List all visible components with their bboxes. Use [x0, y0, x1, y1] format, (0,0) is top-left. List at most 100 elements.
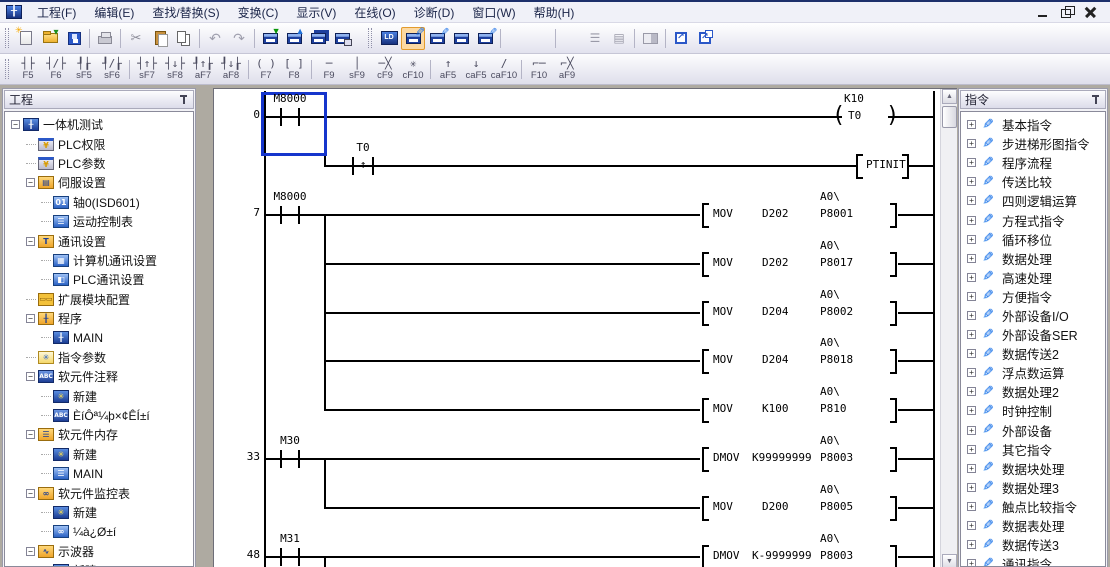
scroll-down-button[interactable]: ▼ — [942, 554, 957, 567]
verify-with-plc-button[interactable] — [306, 27, 330, 50]
expand-toggle[interactable]: + — [967, 368, 976, 377]
ld-logic-test-button[interactable] — [377, 27, 401, 50]
expand-toggle[interactable]: + — [967, 559, 976, 567]
instruction-group-数据处理[interactable]: +数据处理 — [961, 249, 1105, 268]
menu-诊断(D)[interactable]: 诊断(D) — [405, 2, 464, 23]
collapse-toggle[interactable]: − — [26, 489, 35, 498]
tree-item-扩展模块配置[interactable]: ▭▭扩展模块配置 — [5, 290, 193, 309]
menu-显示(V)[interactable]: 显示(V) — [287, 2, 345, 23]
comment-display-button[interactable] — [559, 27, 583, 50]
fkey-sF7[interactable]: ┤↑├sF7 — [133, 57, 161, 81]
tree-item-MAIN[interactable]: ☰MAIN — [5, 464, 193, 483]
menu-帮助(H)[interactable]: 帮助(H) — [525, 2, 584, 23]
tree-item-一体机测试[interactable]: −╂一体机测试 — [5, 115, 193, 134]
expand-toggle[interactable]: + — [967, 177, 976, 186]
fkey-F8[interactable]: [ ]F8 — [280, 57, 308, 81]
instruction-group-数据处理3[interactable]: +数据处理3 — [961, 478, 1105, 497]
fkey-grip[interactable] — [5, 59, 9, 79]
expand-toggle[interactable]: + — [967, 311, 976, 320]
statement-display-button[interactable] — [583, 27, 607, 50]
instruction-group-程序流程[interactable]: +程序流程 — [961, 153, 1105, 172]
instruction-group-传送比较[interactable]: +传送比较 — [961, 172, 1105, 191]
tree-item-PLC参数[interactable]: ¥PLC参数 — [5, 154, 193, 173]
expand-toggle[interactable]: + — [967, 254, 976, 263]
read-mode-button[interactable] — [449, 27, 473, 50]
menu-变换(C)[interactable]: 变换(C) — [229, 2, 288, 23]
menu-工程(F)[interactable]: 工程(F) — [28, 2, 85, 23]
expand-toggle[interactable]: + — [967, 273, 976, 282]
instruction-group-数据处理2[interactable]: +数据处理2 — [961, 382, 1105, 401]
scroll-up-button[interactable]: ▲ — [942, 89, 957, 104]
scroll-thumb[interactable] — [942, 106, 957, 128]
instruction-group-数据传送3[interactable]: +数据传送3 — [961, 535, 1105, 554]
minimize-button[interactable] — [1035, 5, 1052, 20]
instruction-group-外部设备SER[interactable]: +外部设备SER — [961, 325, 1105, 344]
print-button[interactable] — [93, 27, 117, 50]
fkey-aF9[interactable]: ⌐╳aF9 — [553, 57, 581, 81]
fkey-sF9[interactable]: │sF9 — [343, 57, 371, 81]
tree-item-运动控制表[interactable]: ☰运动控制表 — [5, 212, 193, 231]
tree-item-通讯设置[interactable]: −T通讯设置 — [5, 231, 193, 250]
expand-toggle[interactable]: + — [967, 330, 976, 339]
menu-编辑(E)[interactable]: 编辑(E) — [85, 2, 143, 23]
read-from-plc-button[interactable] — [282, 27, 306, 50]
close-button[interactable] — [1083, 5, 1100, 20]
instruction-group-其它指令[interactable]: +其它指令 — [961, 440, 1105, 459]
fkey-aF5[interactable]: ↑aF5 — [434, 57, 462, 81]
expand-toggle[interactable]: + — [967, 387, 976, 396]
collapse-toggle[interactable]: − — [11, 120, 20, 129]
fkey-caF5[interactable]: ↓caF5 — [462, 57, 490, 81]
ladder-canvas[interactable]: 0M8000()T0K10↑T0PTINIT7M8000MOVD202P8001… — [214, 89, 940, 567]
restore-button[interactable] — [1059, 5, 1076, 20]
toolbar-grip-2[interactable] — [368, 28, 372, 48]
instruction-group-方便指令[interactable]: +方便指令 — [961, 287, 1105, 306]
cut-button[interactable] — [124, 27, 148, 50]
expand-toggle[interactable]: + — [967, 426, 976, 435]
collapse-toggle[interactable]: − — [26, 430, 35, 439]
collapse-toggle[interactable]: − — [26, 372, 35, 381]
note-display-button[interactable] — [607, 27, 631, 50]
fkey-sF8[interactable]: ┤↓├sF8 — [161, 57, 189, 81]
fkey-cF10[interactable]: ✳cF10 — [399, 57, 427, 81]
collapse-toggle[interactable]: − — [26, 547, 35, 556]
expand-toggle[interactable]: + — [967, 158, 976, 167]
instruction-group-触点比较指令[interactable]: +触点比较指令 — [961, 497, 1105, 516]
expand-toggle[interactable]: + — [967, 292, 976, 301]
pin-icon[interactable] — [1090, 94, 1101, 106]
toolbar-grip[interactable] — [5, 28, 9, 48]
tree-item-指令参数[interactable]: ✳指令参数 — [5, 348, 193, 367]
tree-item-新建[interactable]: ✳新建 — [5, 445, 193, 464]
tree-item-PLC通讯设置[interactable]: ◧PLC通讯设置 — [5, 270, 193, 289]
fkey-aF7[interactable]: ┦↑┟aF7 — [189, 57, 217, 81]
undo-button[interactable] — [203, 27, 227, 50]
expand-toggle[interactable]: + — [967, 235, 976, 244]
menu-查找/替换(S)[interactable]: 查找/替换(S) — [143, 2, 228, 23]
menu-在线(O)[interactable]: 在线(O) — [345, 2, 404, 23]
tree-item-程序[interactable]: −╂程序 — [5, 309, 193, 328]
fkey-F9[interactable]: ─F9 — [315, 57, 343, 81]
open-new-window-2-button[interactable] — [693, 27, 717, 50]
instruction-group-外部设备I/O[interactable]: +外部设备I/O — [961, 306, 1105, 325]
split-window-button[interactable] — [638, 27, 662, 50]
menu-窗口(W)[interactable]: 窗口(W) — [463, 2, 524, 23]
instruction-group-数据块处理[interactable]: +数据块处理 — [961, 459, 1105, 478]
expand-toggle[interactable]: + — [967, 483, 976, 492]
device-test-button[interactable] — [504, 27, 528, 50]
redo-button[interactable] — [227, 27, 251, 50]
tree-item-新建[interactable]: ✳新建 — [5, 386, 193, 405]
fkey-F10[interactable]: ⌐─F10 — [525, 57, 553, 81]
collapse-toggle[interactable]: − — [26, 237, 35, 246]
ladder-edit-mode-button[interactable] — [401, 27, 425, 50]
tree-item-新建[interactable]: ✳新建 — [5, 561, 193, 567]
instruction-group-浮点数运算[interactable]: +浮点数运算 — [961, 363, 1105, 382]
transfer-setup-button[interactable] — [330, 27, 354, 50]
collapse-toggle[interactable]: − — [26, 314, 35, 323]
expand-toggle[interactable]: + — [967, 196, 976, 205]
instruction-group-时钟控制[interactable]: +时钟控制 — [961, 401, 1105, 420]
expand-toggle[interactable]: + — [967, 120, 976, 129]
device-test-2-button[interactable] — [528, 27, 552, 50]
instruction-group-四则逻辑运算[interactable]: +四则逻辑运算 — [961, 191, 1105, 210]
expand-toggle[interactable]: + — [967, 139, 976, 148]
ladder-monitor-mode-button[interactable] — [425, 27, 449, 50]
write-to-plc-button[interactable] — [258, 27, 282, 50]
